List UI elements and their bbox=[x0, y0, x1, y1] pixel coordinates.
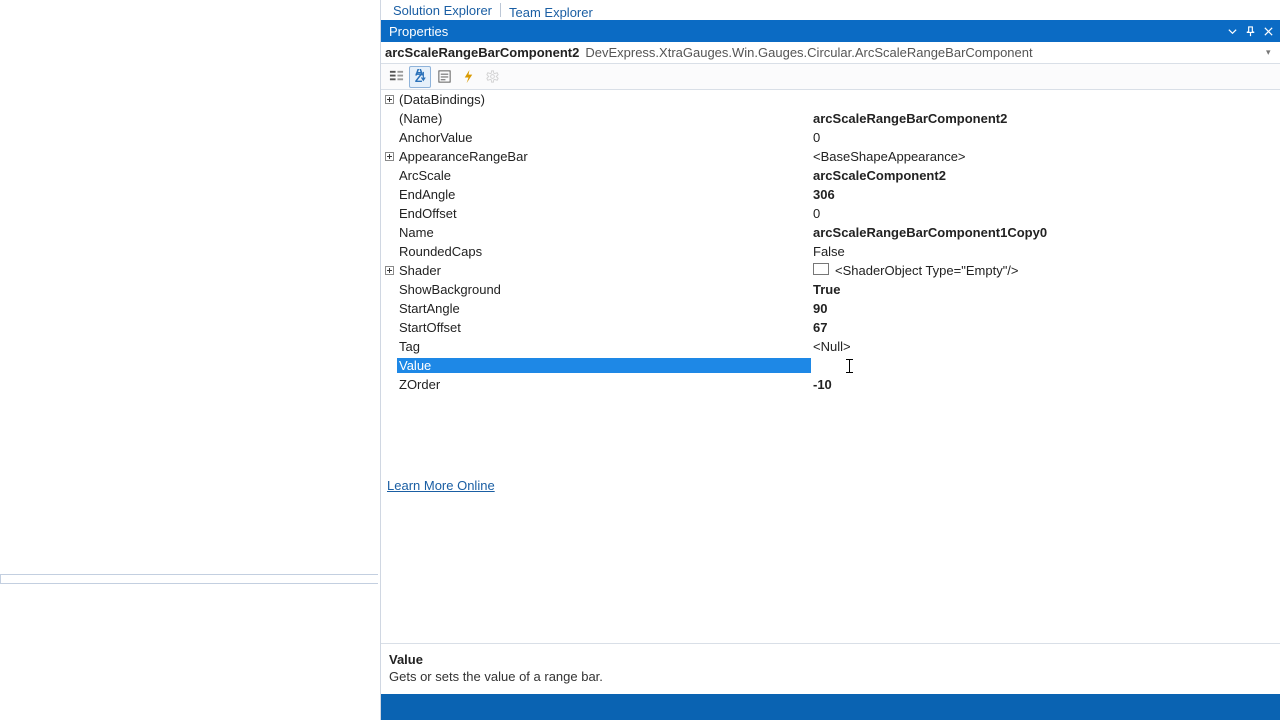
selected-object-type: DevExpress.XtraGauges.Win.Gauges.Circula… bbox=[585, 45, 1032, 60]
prop-anchorvalue[interactable]: AnchorValue 0 bbox=[381, 128, 1280, 147]
learn-more-link[interactable]: Learn More Online bbox=[387, 478, 495, 493]
shader-value-text: <ShaderObject Type="Empty"/> bbox=[835, 263, 1019, 278]
selected-object-name: arcScaleRangeBarComponent2 bbox=[385, 45, 579, 60]
expand-icon[interactable] bbox=[385, 266, 394, 275]
prop-showbackground[interactable]: ShowBackground True bbox=[381, 280, 1280, 299]
prop-name[interactable]: Name arcScaleRangeBarComponent1Copy0 bbox=[381, 223, 1280, 242]
expand-icon[interactable] bbox=[385, 152, 394, 161]
properties-page-icon[interactable] bbox=[433, 66, 455, 88]
prop-databindings[interactable]: (DataBindings) bbox=[381, 90, 1280, 109]
left-empty-pane bbox=[0, 0, 380, 720]
text-cursor-icon bbox=[845, 359, 854, 373]
prop-tag[interactable]: Tag <Null> bbox=[381, 337, 1280, 356]
property-description: Value Gets or sets the value of a range … bbox=[381, 643, 1280, 694]
shader-swatch-icon bbox=[813, 263, 829, 275]
properties-toolbar: AZ bbox=[381, 64, 1280, 90]
categorized-view-icon[interactable] bbox=[385, 66, 407, 88]
description-body: Gets or sets the value of a range bar. bbox=[389, 669, 1272, 684]
prop-arcscale[interactable]: ArcScale arcScaleComponent2 bbox=[381, 166, 1280, 185]
prop-value[interactable]: Value bbox=[381, 356, 1280, 375]
description-title: Value bbox=[389, 652, 1272, 667]
events-icon[interactable] bbox=[457, 66, 479, 88]
properties-panel-title: Properties bbox=[389, 24, 1222, 39]
properties-panel-titlebar: Properties bbox=[381, 20, 1280, 42]
window-position-icon[interactable] bbox=[1224, 23, 1240, 39]
autohide-pin-icon[interactable] bbox=[1242, 23, 1258, 39]
property-pages-icon bbox=[481, 66, 503, 88]
prop-startoffset[interactable]: StartOffset 67 bbox=[381, 318, 1280, 337]
object-dropdown-icon[interactable]: ▾ bbox=[1266, 47, 1280, 58]
prop-startangle[interactable]: StartAngle 90 bbox=[381, 299, 1280, 318]
prop-shader[interactable]: Shader <ShaderObject Type="Empty"/> bbox=[381, 261, 1280, 280]
property-grid: (DataBindings) (Name) arcScaleRangeBarCo… bbox=[381, 90, 1280, 394]
prop-endoffset[interactable]: EndOffset 0 bbox=[381, 204, 1280, 223]
expand-icon[interactable] bbox=[385, 95, 394, 104]
status-bar bbox=[381, 694, 1280, 720]
prop-zorder[interactable]: ZOrder -10 bbox=[381, 375, 1280, 394]
tab-solution-explorer[interactable]: Solution Explorer bbox=[385, 2, 500, 20]
prop-name-paren[interactable]: (Name) arcScaleRangeBarComponent2 bbox=[381, 109, 1280, 128]
collapsed-panel-stub bbox=[0, 574, 378, 584]
tool-window-tabs: Solution Explorer Team Explorer bbox=[381, 0, 1280, 20]
tab-team-explorer[interactable]: Team Explorer bbox=[501, 4, 601, 20]
prop-appearancerangebar[interactable]: AppearanceRangeBar <BaseShapeAppearance> bbox=[381, 147, 1280, 166]
prop-roundedcaps[interactable]: RoundedCaps False bbox=[381, 242, 1280, 261]
value-edit-input[interactable] bbox=[813, 357, 1280, 375]
object-selector[interactable]: arcScaleRangeBarComponent2 DevExpress.Xt… bbox=[381, 42, 1280, 64]
close-icon[interactable] bbox=[1260, 23, 1276, 39]
alphabetical-view-icon[interactable]: AZ bbox=[409, 66, 431, 88]
prop-endangle[interactable]: EndAngle 306 bbox=[381, 185, 1280, 204]
